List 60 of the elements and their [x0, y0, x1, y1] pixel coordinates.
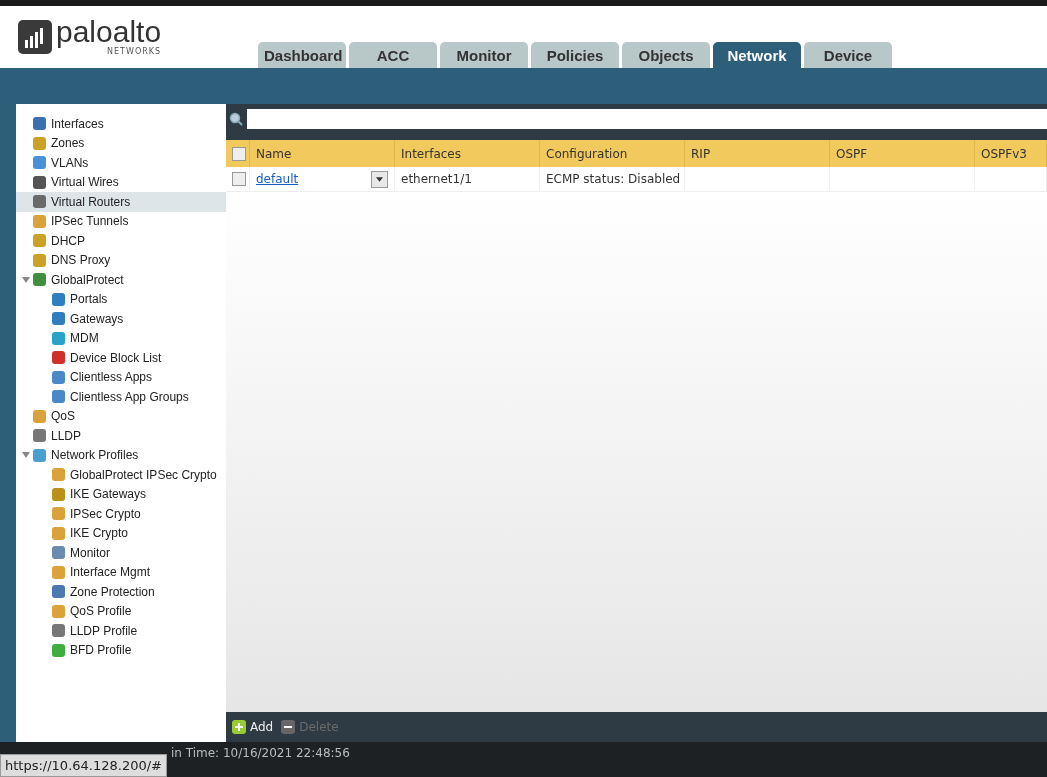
sidebar-item[interactable]: IPSec Tunnels	[16, 211, 226, 231]
logo-icon	[18, 19, 52, 54]
sidebar-item[interactable]: Portals	[16, 289, 226, 309]
search-field[interactable]	[247, 109, 1047, 129]
nav-tab[interactable]: Device	[804, 42, 892, 68]
sidebar-item[interactable]: Device Block List	[16, 348, 226, 368]
sidebar-item[interactable]: Clientless App Groups	[16, 387, 226, 407]
sidebar-item[interactable]: QoS Profile	[16, 601, 226, 621]
sidebar-item[interactable]: IPSec Crypto	[16, 504, 226, 524]
column-header[interactable]: RIP	[685, 140, 830, 167]
column-header[interactable]: Configuration	[540, 140, 685, 167]
logo-subtitle: NETWORKS	[107, 47, 162, 56]
nav-tab[interactable]: Objects	[622, 42, 710, 68]
caret-icon	[376, 176, 383, 182]
sidebar-item[interactable]: IKE Crypto	[16, 523, 226, 543]
sidebar-item[interactable]: Monitor	[16, 543, 226, 563]
nav-tab[interactable]: Network	[713, 42, 801, 68]
sidebar-item[interactable]: LLDP Profile	[16, 621, 226, 641]
sidebar-item[interactable]: VLANs	[16, 153, 226, 173]
table-cell: ECMP status: Disabled	[546, 172, 681, 186]
sidebar-item[interactable]: DNS Proxy	[16, 250, 226, 270]
sidebar-item[interactable]: Virtual Wires	[16, 172, 226, 192]
checkbox[interactable]	[232, 172, 246, 186]
logo-name: paloalto	[56, 17, 162, 47]
url-tooltip: https://10.64.128.200/#	[0, 754, 167, 777]
sidebar-item[interactable]: GlobalProtect IPSec Crypto	[16, 465, 226, 485]
add-button[interactable]: Add	[232, 720, 274, 734]
sidebar-item[interactable]: Interface Mgmt	[16, 562, 226, 582]
nav-tab[interactable]: Dashboard	[258, 42, 346, 68]
sidebar-item[interactable]: Interfaces	[16, 114, 226, 134]
nav-tab[interactable]: Monitor	[440, 42, 528, 68]
dropdown-button[interactable]	[371, 170, 388, 188]
sidebar-item[interactable]: MDM	[16, 328, 226, 348]
column-header[interactable]: Name	[250, 140, 395, 167]
column-header[interactable]: OSPF	[830, 140, 975, 167]
nav-tab[interactable]: ACC	[349, 42, 437, 68]
column-header[interactable]: OSPFv3	[975, 140, 1047, 167]
sidebar-item[interactable]: LLDP	[16, 426, 226, 446]
sidebar-item[interactable]: Network Profiles	[16, 445, 226, 465]
status-text: in Time: 10/16/2021 22:48:56	[170, 745, 350, 762]
sidebar-item[interactable]: QoS	[16, 406, 226, 426]
name-link[interactable]: default	[256, 172, 299, 186]
sidebar-item[interactable]: GlobalProtect	[16, 270, 226, 290]
plus-icon	[232, 720, 246, 734]
sidebar-item[interactable]: IKE Gateways	[16, 484, 226, 504]
sidebar-item[interactable]: Zones	[16, 133, 226, 153]
column-header[interactable]: Interfaces	[395, 140, 540, 167]
search-icon	[229, 112, 243, 126]
checkbox[interactable]	[232, 146, 246, 161]
expand-triangle-icon[interactable]	[22, 275, 30, 284]
sidebar-item[interactable]: Virtual Routers	[16, 192, 226, 212]
minus-icon	[281, 720, 296, 734]
sidebar-item[interactable]: DHCP	[16, 231, 226, 251]
sidebar-item[interactable]: BFD Profile	[16, 640, 226, 660]
expand-triangle-icon[interactable]	[22, 451, 30, 460]
sidebar-item[interactable]: Zone Protection	[16, 582, 226, 602]
sidebar-item[interactable]: Gateways	[16, 309, 226, 329]
nav-tab[interactable]: Policies	[531, 42, 619, 68]
sidebar-item[interactable]: Clientless Apps	[16, 367, 226, 387]
table-cell: ethernet1/1	[401, 172, 472, 186]
